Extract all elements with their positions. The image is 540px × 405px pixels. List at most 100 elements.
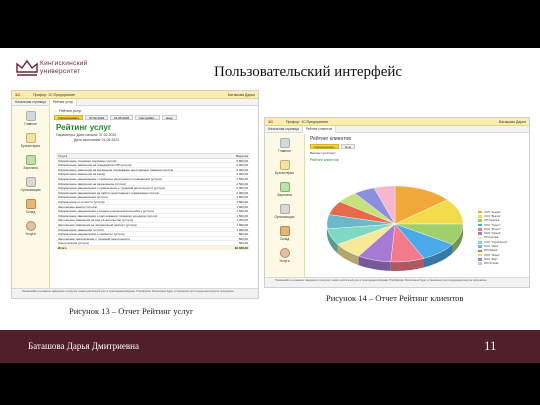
service-revenue: 2 500,00: [236, 181, 248, 186]
legend-label: ИП Козлова: [484, 236, 499, 240]
total-value: 39 480,00: [234, 245, 248, 250]
status-text: Показывайте не важное заведения и загруз…: [275, 279, 487, 282]
slide-title: Пользовательский интерфейс: [214, 64, 403, 80]
sidebar-item-label: Бухгалтерия: [20, 143, 41, 148]
legend-swatch: [478, 219, 482, 223]
more-button[interactable]: Еще: [162, 114, 177, 120]
settings-button[interactable]: Настройки...: [135, 114, 161, 120]
service-name: Оформление заявления (услуга): [58, 227, 104, 232]
sidebar-item-label: Бухгалтерия: [274, 170, 295, 175]
ledger-icon: [25, 132, 36, 143]
page-number: 11: [484, 338, 497, 353]
caption-fig14: Рисунок 14 – Отчет Рейтинг клиентов: [326, 293, 464, 303]
service-name: Оформление уведомления о привлечении к т…: [58, 186, 165, 190]
sidebar-item-organizations[interactable]: Организации: [12, 173, 49, 195]
report-title: Рейтинг услуг: [56, 123, 112, 132]
author-name: Баташова Дарья Дмитриевна: [28, 341, 139, 351]
params-label: Параметры:: [56, 133, 76, 137]
legend-swatch: [478, 253, 482, 257]
generate-button[interactable]: Сформировать: [54, 114, 84, 120]
legend-item: ИП Петрова: [478, 262, 523, 266]
chart-title: Рейтинг клиентов: [310, 158, 339, 162]
sidebar-item-salary[interactable]: Зарплата: [265, 178, 304, 200]
service-name: Консультация (услуга): [58, 241, 89, 245]
person-icon: [279, 247, 290, 258]
generate-button[interactable]: Сформировать: [310, 144, 340, 149]
sidebar-item-label: Организации: [274, 214, 295, 219]
service-revenue: 1 600,00: [236, 204, 248, 209]
service-name: Оформление уведомления о прибытии иностр…: [58, 176, 162, 181]
sidebar-item-label: Склад: [279, 236, 290, 241]
sidebar-item-services[interactable]: Услуги: [12, 217, 49, 239]
legend-swatch: [478, 210, 482, 214]
service-name: Оформление уведомления о выдаче разрешен…: [58, 209, 154, 213]
logo-line-2: университет: [40, 68, 81, 75]
date-to-field[interactable]: 01.05.2022: [110, 114, 134, 120]
cabinet-icon: [25, 110, 36, 121]
sidebar-item-label: Зарплата: [23, 165, 38, 170]
legend-label: ООО "Стройпроект": [484, 240, 509, 244]
status-bar: Показывайте не важное заведения и загруз…: [12, 288, 258, 298]
service-name: Оформление отчетности (услуга): [58, 199, 105, 204]
service-name: Оформление уведомления на работу иностра…: [58, 190, 160, 195]
sidebar-item-accounting[interactable]: Бухгалтерия: [265, 156, 304, 178]
service-revenue: 5 000,00: [236, 167, 248, 172]
legend-swatch: [478, 232, 482, 235]
tab-home[interactable]: Начальная страница: [12, 98, 50, 106]
col-service: Услуга: [58, 154, 68, 158]
tab-bar: Начальная страница Рейтинг услуг: [12, 98, 258, 106]
sidebar-item-label: Услуги: [25, 231, 36, 236]
param-start: Дата начала: 07.02.2022: [76, 133, 117, 137]
sidebar-item-warehouse[interactable]: Склад: [12, 195, 49, 217]
chart-legend: ООО "Альфа" ООО "Вектор" ИП Смирнов ООО "Гр…: [478, 210, 523, 266]
status-text: Показывайте не важное заведения и загруз…: [22, 290, 234, 293]
param-end: Дата окончания: 01.05.2022: [74, 137, 120, 142]
sidebar-item-main[interactable]: Главное: [265, 134, 304, 156]
legend-swatch: [478, 249, 482, 253]
service-revenue: 1 000,00: [236, 222, 248, 227]
tab-services-report[interactable]: Рейтинг услуг: [49, 98, 78, 106]
legend-label: ИП Смирнов: [484, 219, 500, 223]
bottom-letterbox: [0, 363, 540, 405]
service-name: Оформление заявления на гражданство РФ (…: [58, 163, 132, 167]
logo-text: Кингискинский университет: [40, 60, 88, 76]
tab-home[interactable]: Начальная страница: [265, 125, 303, 133]
service-name: Заполнение заявления на вид на жительств…: [58, 218, 133, 222]
legend-swatch: [478, 258, 482, 261]
legend-label: ООО "Альфа": [484, 210, 501, 214]
more-button[interactable]: Еще: [341, 144, 356, 149]
service-revenue: 6 000,00: [236, 163, 248, 168]
user-name[interactable]: Баташова Дарья: [499, 120, 526, 124]
date-from-field[interactable]: 07.02.2022: [85, 114, 109, 120]
sidebar-item-warehouse[interactable]: Склад: [265, 222, 304, 244]
window-header: ☆ Рейтинг услуг: [50, 107, 258, 114]
legend-swatch: [478, 228, 482, 231]
sidebar-item-label: Зарплата: [277, 192, 292, 197]
service-name: Оформление заявления на временное прожив…: [58, 167, 174, 172]
service-name: Оформление заявления на разрешение (услу…: [58, 181, 126, 186]
sidebar-item-services[interactable]: Услуги: [265, 244, 304, 266]
report-toolbar: Сформировать Еще: [305, 142, 529, 149]
service-revenue: 600,00: [238, 236, 248, 241]
col-revenue: Выручка: [236, 154, 248, 158]
report-params: Параметры: Дата начала: 07.02.2022 Дата …: [50, 132, 258, 142]
service-name: Заполнение уведомления о трудовой деятел…: [58, 236, 131, 241]
1c-logo-icon: 1С: [15, 91, 21, 97]
legend-label: ООО "Лидер": [484, 253, 501, 257]
service-revenue: 1 500,00: [236, 213, 248, 218]
service-revenue: 2 000,00: [236, 190, 248, 195]
service-name: Оформление уведомления о расторжении тру…: [58, 213, 158, 218]
sidebar-item-organizations[interactable]: Организации: [265, 200, 304, 222]
sidebar-item-label: Главное: [24, 121, 37, 126]
sidebar-item-accounting[interactable]: Бухгалтерия: [12, 129, 49, 151]
legend-label: ООО "Ресурс": [484, 227, 501, 231]
sidebar-item-main[interactable]: Главное: [12, 107, 49, 129]
user-name[interactable]: Баташова Дарья: [228, 93, 255, 97]
top-letterbox: [0, 0, 540, 48]
tab-clients-report[interactable]: Рейтинг клиентов: [302, 125, 336, 133]
sidebar-item-salary[interactable]: Зарплата: [12, 151, 49, 173]
service-revenue: 1 800,00: [236, 199, 248, 204]
screenshot-services-report: 1С Прифор: 1С:Предприятие Баташова Дарья…: [11, 90, 259, 299]
star-icon[interactable]: ☆: [54, 109, 57, 113]
money-icon: [279, 181, 290, 192]
